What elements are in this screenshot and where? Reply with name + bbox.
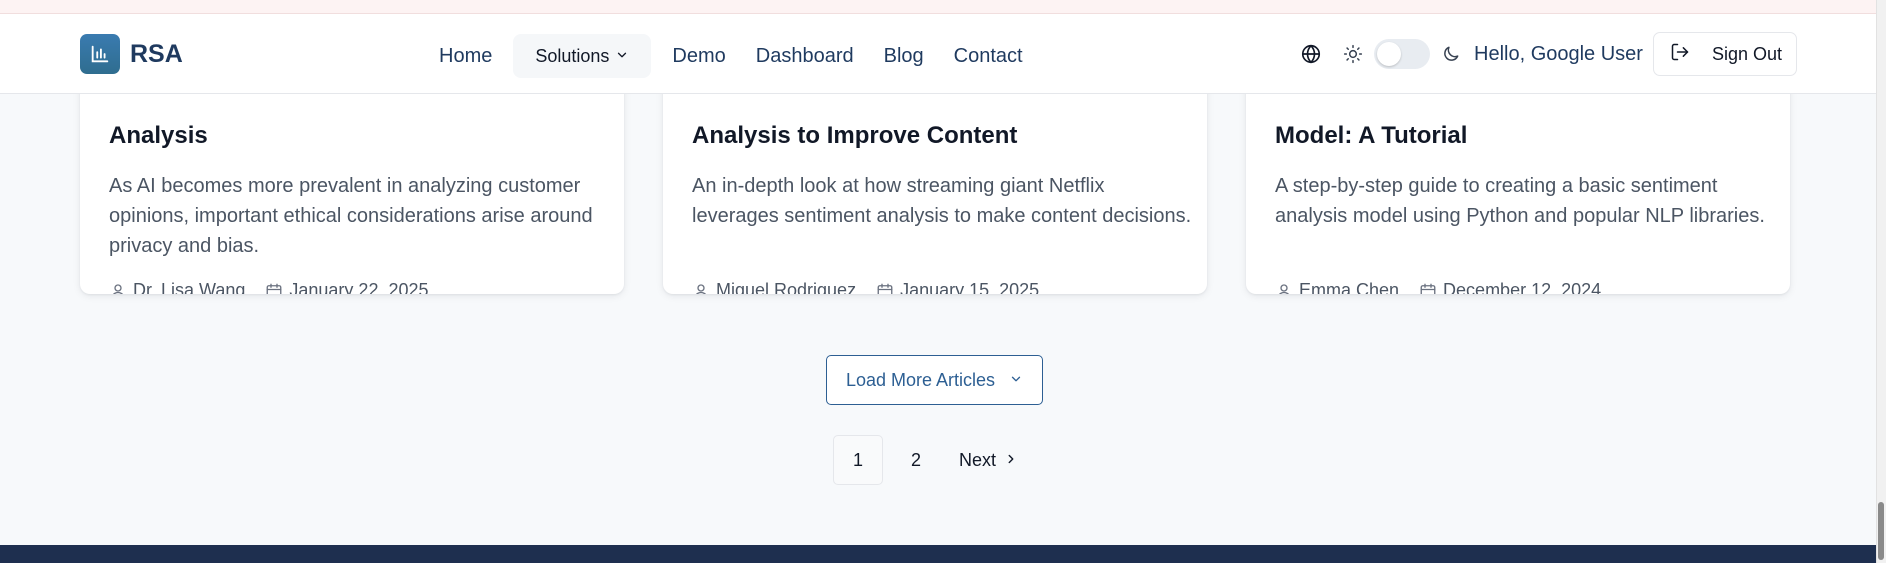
next-label: Next [959, 449, 997, 470]
theme-toggle[interactable] [1374, 39, 1430, 69]
nav-demo[interactable]: Demo [657, 34, 740, 78]
nav-blog[interactable]: Blog [869, 34, 939, 78]
user-icon [1275, 282, 1293, 294]
chevron-down-icon [615, 46, 629, 67]
user-greeting: Hello, Google User [1474, 42, 1643, 65]
scrollbar-thumb[interactable] [1878, 502, 1884, 560]
article-date: December 12, 2024 [1419, 280, 1601, 294]
chevron-right-icon [1004, 450, 1018, 471]
date-text: December 12, 2024 [1443, 280, 1602, 294]
sign-out-button[interactable]: Sign Out [1652, 32, 1798, 76]
nav-dashboard[interactable]: Dashboard [741, 34, 869, 78]
calendar-icon [1419, 282, 1437, 294]
globe-icon[interactable] [1296, 39, 1326, 69]
log-out-icon [1670, 42, 1690, 67]
article-date: January 15, 2025 [876, 280, 1039, 294]
chevron-down-icon [1009, 370, 1023, 391]
sign-out-label: Sign Out [1711, 43, 1783, 64]
next-page-button[interactable]: Next [941, 435, 1032, 485]
top-strip [0, 0, 1876, 14]
load-more-label: Load More Articles [845, 369, 996, 390]
author-name: Miguel Rodriguez [716, 280, 857, 294]
scrollbar[interactable] [1876, 0, 1886, 563]
article-author: Miguel Rodriguez [692, 280, 856, 294]
author-name: Emma Chen [1299, 280, 1400, 294]
article-author: Dr. Lisa Wang [109, 280, 245, 294]
date-text: January 15, 2025 [900, 280, 1040, 294]
article-meta: Dr. Lisa Wang January 22, 2025 [109, 280, 429, 294]
article-excerpt: An in-depth look at how streaming giant … [692, 175, 1192, 227]
article-title[interactable]: Model: A Tutorial [1275, 122, 1467, 150]
pagination: 1 2 Next [833, 435, 1032, 485]
page-button-2[interactable]: 2 [891, 435, 941, 485]
nav-solutions-label: Solutions [535, 45, 610, 66]
bar-chart-icon [80, 34, 120, 74]
toggle-knob [1377, 42, 1401, 66]
logo[interactable]: RSA [80, 34, 183, 74]
author-name: Dr. Lisa Wang [133, 280, 246, 294]
user-icon [692, 282, 710, 294]
footer [0, 545, 1876, 563]
nav-solutions[interactable]: Solutions [513, 34, 652, 78]
main-nav: Home Solutions Demo Dashboard Blog Conta… [424, 34, 1038, 78]
date-text: January 22, 2025 [289, 280, 429, 294]
article-author: Emma Chen [1275, 280, 1399, 294]
sun-icon [1338, 39, 1368, 69]
article-title[interactable]: Analysis to Improve Content [692, 122, 1017, 150]
article-title[interactable]: Analysis [109, 122, 208, 150]
article-meta: Miguel Rodriguez January 15, 2025 [692, 280, 1039, 294]
load-more-button[interactable]: Load More Articles [826, 355, 1043, 405]
calendar-icon [876, 282, 894, 294]
article-date: January 22, 2025 [265, 280, 429, 294]
moon-icon [1436, 39, 1466, 69]
nav-home[interactable]: Home [424, 34, 507, 78]
article-excerpt: A step-by-step guide to creating a basic… [1275, 175, 1765, 227]
user-icon [109, 282, 127, 294]
app-name: RSA [130, 39, 183, 68]
nav-contact[interactable]: Contact [939, 34, 1038, 78]
article-meta: Emma Chen December 12, 2024 [1275, 280, 1601, 294]
page-button-1[interactable]: 1 [833, 435, 883, 485]
article-excerpt: As AI becomes more prevalent in analyzin… [109, 175, 593, 257]
navbar: RSA Home Solutions Demo Dashboard Blog C… [0, 14, 1876, 94]
calendar-icon [265, 282, 283, 294]
nav-actions: Hello, Google User Sign Out [1296, 32, 1798, 76]
